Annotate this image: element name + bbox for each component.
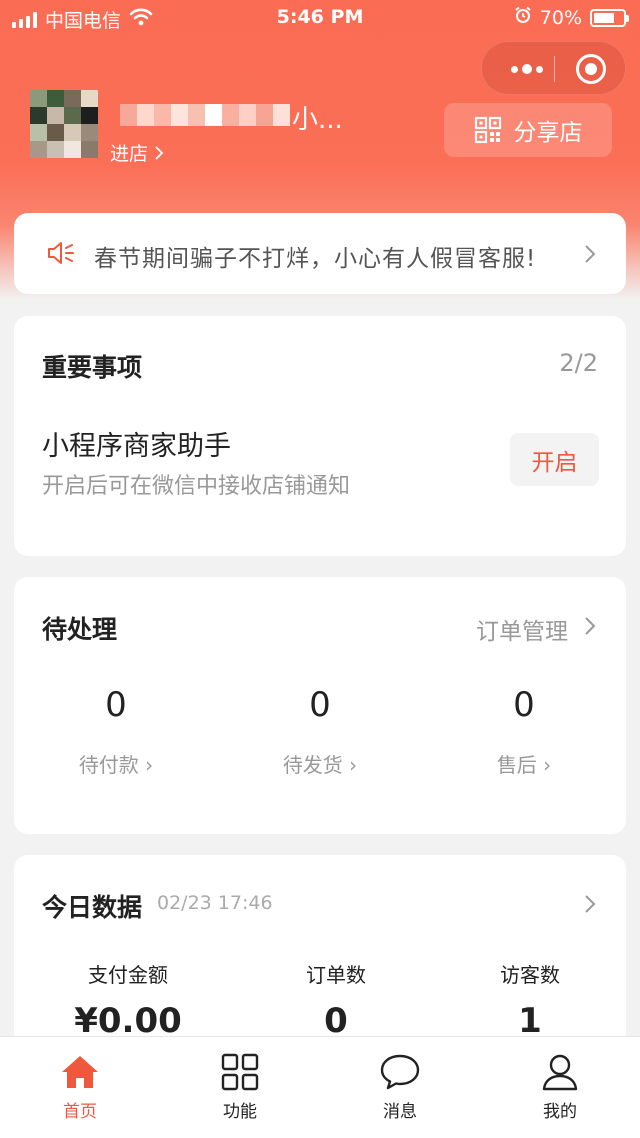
assistant-title: 小程序商家助手 (42, 431, 231, 462)
enable-button[interactable]: 开启 (510, 433, 599, 486)
enter-store-link[interactable]: 进店 (110, 139, 164, 166)
chevron-right-icon (585, 895, 596, 913)
pending-card: 待处理 订单管理 0 待付款 › 0 待发货 › 0 售后 › (14, 577, 626, 834)
pending-title: 待处理 (42, 615, 118, 644)
miniprogram-capsule (481, 41, 626, 95)
notice-bar[interactable]: 春节期间骗子不打烊，小心有人假冒客服! (14, 213, 626, 294)
visitor-count-label: 访客数 (500, 963, 560, 987)
important-title: 重要事项 (42, 353, 143, 382)
important-items-card: 重要事项 2/2 小程序商家助手 开启后可在微信中接收店铺通知 开启 (14, 316, 626, 556)
notice-text: 春节期间骗子不打烊，小心有人假冒客服! (94, 246, 537, 272)
tab-home[interactable]: 首页 (0, 1037, 160, 1138)
chat-bubble-icon (380, 1054, 420, 1090)
grid-icon (221, 1053, 259, 1091)
stat-unpaid[interactable]: 0 待付款 › (14, 685, 218, 778)
home-icon (62, 1056, 98, 1088)
user-icon (542, 1054, 578, 1091)
tab-label: 我的 (543, 1102, 577, 1122)
tab-messages[interactable]: 消息 (320, 1037, 480, 1138)
payment-amount-label: 支付金额 (88, 963, 168, 987)
today-date: 02/23 17:46 (157, 892, 273, 914)
alarm-icon (514, 6, 532, 29)
stat-label: 售后 › (496, 753, 552, 777)
tab-label: 首页 (63, 1102, 97, 1122)
stat-after-sales[interactable]: 0 售后 › (422, 685, 626, 778)
order-management-link[interactable]: 订单管理 (476, 612, 568, 646)
order-count-value: 0 (324, 1001, 348, 1041)
chevron-right-icon (155, 145, 164, 160)
battery-icon (590, 8, 629, 27)
chevron-right-icon (585, 245, 596, 263)
important-count: 2/2 (559, 349, 598, 377)
tab-features[interactable]: 功能 (160, 1037, 320, 1138)
speaker-icon (48, 242, 74, 264)
stat-value: 0 (309, 685, 331, 725)
stat-label: 待发货 › (282, 753, 358, 777)
share-store-button[interactable]: 分享店 (444, 103, 612, 157)
shop-name[interactable]: 小... (292, 99, 343, 136)
shop-name-blurred (120, 104, 290, 126)
assistant-subtitle: 开启后可在微信中接收店铺通知 (42, 474, 351, 499)
qr-code-icon (474, 116, 501, 144)
battery-percent: 70% (539, 6, 582, 29)
payment-amount-value: ¥0.00 (74, 1001, 182, 1041)
order-count-label: 订单数 (306, 963, 366, 987)
enter-store-label: 进店 (110, 143, 149, 165)
chevron-right-icon[interactable] (584, 616, 596, 636)
stat-value: 0 (513, 685, 535, 725)
more-icon[interactable] (502, 42, 552, 96)
visitor-count-value: 1 (518, 1001, 542, 1041)
stat-value: 0 (105, 685, 127, 725)
share-store-label: 分享店 (513, 120, 583, 146)
tab-bar: 首页 功能 消息 我的 (0, 1036, 640, 1138)
status-bar: 中国电信 5:46 PM 70% (0, 0, 640, 36)
tab-mine[interactable]: 我的 (480, 1037, 640, 1138)
close-miniprogram-icon[interactable] (576, 54, 606, 84)
stat-to-ship[interactable]: 0 待发货 › (218, 685, 422, 778)
stat-label: 待付款 › (78, 753, 154, 777)
shop-avatar[interactable] (30, 90, 98, 158)
today-title: 今日数据 (42, 893, 143, 922)
tab-label: 功能 (223, 1102, 257, 1122)
tab-label: 消息 (383, 1102, 417, 1122)
